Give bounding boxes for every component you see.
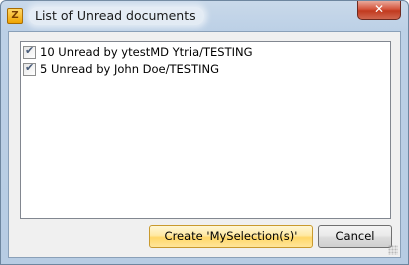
app-icon[interactable]: Z [7,8,23,24]
dialog-window: Z List of Unread documents ✕ ✔ 10 Unread… [0,0,409,265]
create-selection-button[interactable]: Create 'MySelection(s)' [149,225,313,248]
checkmark-icon: ✔ [25,43,35,57]
close-button[interactable]: ✕ [357,1,401,20]
window-title: List of Unread documents [29,7,204,25]
title-bar[interactable]: Z List of Unread documents ✕ [1,1,408,31]
close-icon: ✕ [373,2,385,16]
dialog-client-area: ✔ 10 Unread by ytestMD Ytria/TESTING ✔ 5… [8,31,401,258]
checkmark-icon: ✔ [25,60,35,74]
list-item-checkbox[interactable]: ✔ [23,60,36,76]
list-item-label: 10 Unread by ytestMD Ytria/TESTING [40,45,253,59]
resize-grip[interactable] [388,245,398,255]
list-item-checkbox[interactable]: ✔ [23,43,36,59]
unread-documents-list[interactable]: ✔ 10 Unread by ytestMD Ytria/TESTING ✔ 5… [20,41,391,219]
list-item[interactable]: ✔ 5 Unread by John Doe/TESTING [23,61,383,77]
list-item[interactable]: ✔ 10 Unread by ytestMD Ytria/TESTING [23,44,383,60]
cancel-button[interactable]: Cancel [318,225,392,248]
list-item-label: 5 Unread by John Doe/TESTING [40,62,220,76]
